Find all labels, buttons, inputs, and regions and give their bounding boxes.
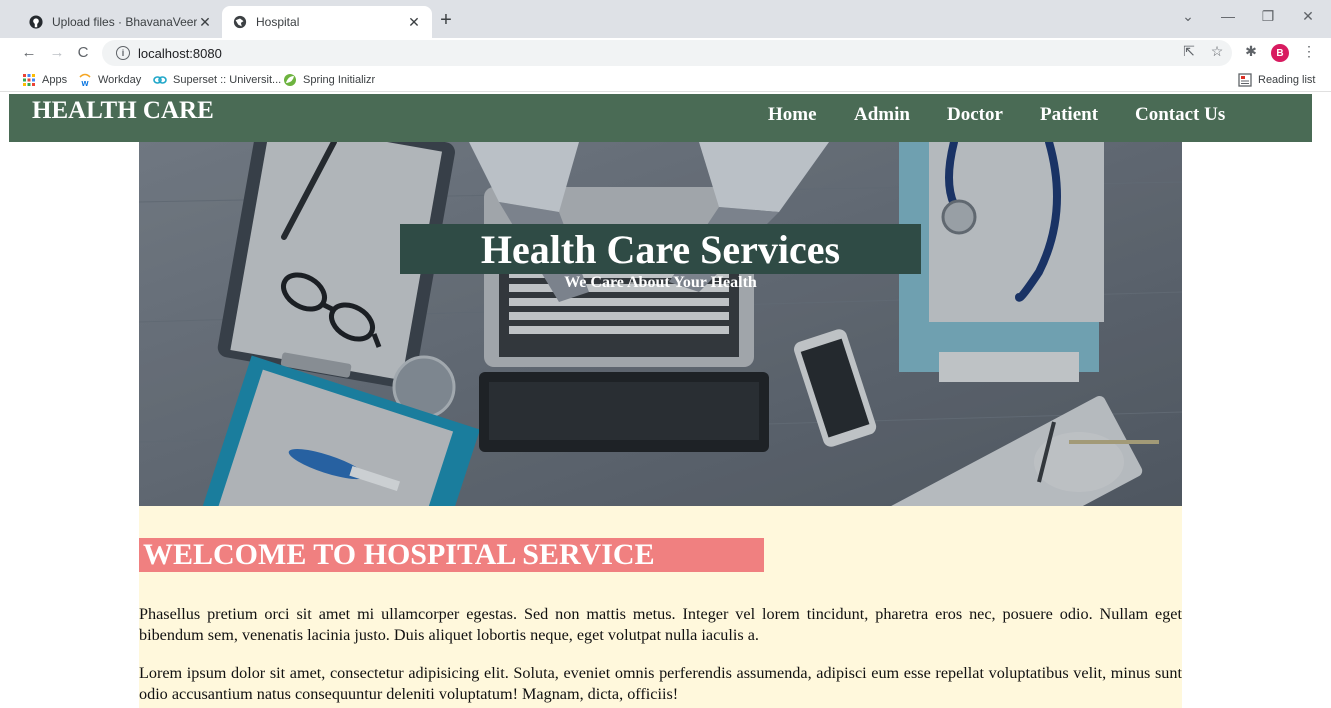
address-bar[interactable]: i localhost:8080 (102, 40, 1232, 66)
bookmark-label: Apps (42, 74, 68, 86)
bookmark-label: Spring Initializr (303, 74, 376, 86)
hero-title: Health Care Services (480, 227, 841, 272)
superset-icon (153, 73, 167, 87)
github-icon (28, 14, 44, 30)
close-icon[interactable]: ✕ (406, 14, 422, 31)
welcome-paragraph: Lorem ipsum dolor sit amet, consectetur … (139, 664, 1182, 703)
share-icon[interactable]: ⇱ (1180, 43, 1198, 60)
hero-banner: Health Care Services We Care About Your … (139, 142, 1182, 506)
forward-button[interactable]: → (48, 43, 66, 63)
bookmark-label: Reading list (1258, 74, 1316, 86)
hero-background-image (139, 142, 1182, 506)
nav-home[interactable]: Home (768, 104, 817, 126)
bookmarks-bar: Apps w Workday Superset :: Universit... … (0, 68, 1331, 92)
nav-patient[interactable]: Patient (1040, 104, 1098, 126)
tab-search-icon[interactable]: ⌄ (1178, 8, 1198, 25)
bookmark-superset[interactable]: Superset :: Universit... (153, 72, 281, 88)
url-text: localhost:8080 (138, 45, 222, 61)
restore-button[interactable]: ❐ (1258, 8, 1278, 25)
bookmark-star-icon[interactable]: ☆ (1208, 43, 1226, 60)
brand-logo[interactable]: HEALTH CARE (32, 97, 214, 125)
svg-text:w: w (80, 78, 89, 87)
close-window-button[interactable]: ✕ (1298, 8, 1318, 25)
nav-contact-us[interactable]: Contact Us (1135, 104, 1225, 126)
reading-list-button[interactable]: Reading list (1238, 72, 1315, 88)
reload-button[interactable]: C (74, 43, 92, 63)
nav-admin[interactable]: Admin (854, 104, 910, 126)
welcome-paragraph: Phasellus pretium orci sit amet mi ullam… (139, 605, 1182, 644)
info-icon[interactable]: i (116, 46, 130, 60)
welcome-section: WELCOME TO HOSPITAL SERVICE Phasellus pr… (139, 506, 1182, 708)
menu-icon[interactable]: ⋮ (1300, 43, 1318, 60)
close-icon[interactable]: ✕ (197, 14, 213, 31)
profile-avatar[interactable]: B (1271, 44, 1289, 62)
extensions-icon[interactable]: ✱ (1242, 43, 1260, 60)
site-header: HEALTH CARE Home Admin Doctor Patient Co… (9, 94, 1312, 142)
browser-tabstrip: Upload files · BhavanaVeeranna/ ✕ Hospit… (0, 0, 1331, 38)
workday-icon: w (78, 73, 92, 87)
hero-subtitle: We Care About Your Health (564, 274, 757, 291)
bookmark-apps[interactable]: Apps (22, 72, 67, 88)
bookmark-label: Superset :: Universit... (173, 74, 282, 86)
bookmark-workday[interactable]: w Workday (78, 72, 141, 88)
nav-doctor[interactable]: Doctor (947, 104, 1003, 126)
reading-list-icon (1238, 73, 1252, 87)
new-tab-button[interactable]: + (436, 10, 456, 30)
apps-grid-icon (22, 73, 36, 87)
welcome-heading: WELCOME TO HOSPITAL SERVICE (139, 538, 764, 572)
tab-title: Upload files · BhavanaVeeranna/ (52, 15, 197, 29)
bookmark-spring[interactable]: Spring Initializr (283, 72, 375, 88)
minimize-button[interactable]: — (1218, 8, 1238, 24)
tab-upload-files[interactable]: Upload files · BhavanaVeeranna/ ✕ (18, 6, 223, 38)
spring-icon (283, 73, 297, 87)
globe-icon (232, 14, 248, 30)
back-button[interactable]: ← (20, 43, 38, 63)
bookmark-label: Workday (98, 74, 142, 86)
tab-hospital[interactable]: Hospital ✕ (222, 6, 432, 38)
tab-title: Hospital (256, 15, 300, 29)
browser-toolbar: ← → C i localhost:8080 ⇱ ☆ ✱ ⋮ (0, 38, 1331, 68)
